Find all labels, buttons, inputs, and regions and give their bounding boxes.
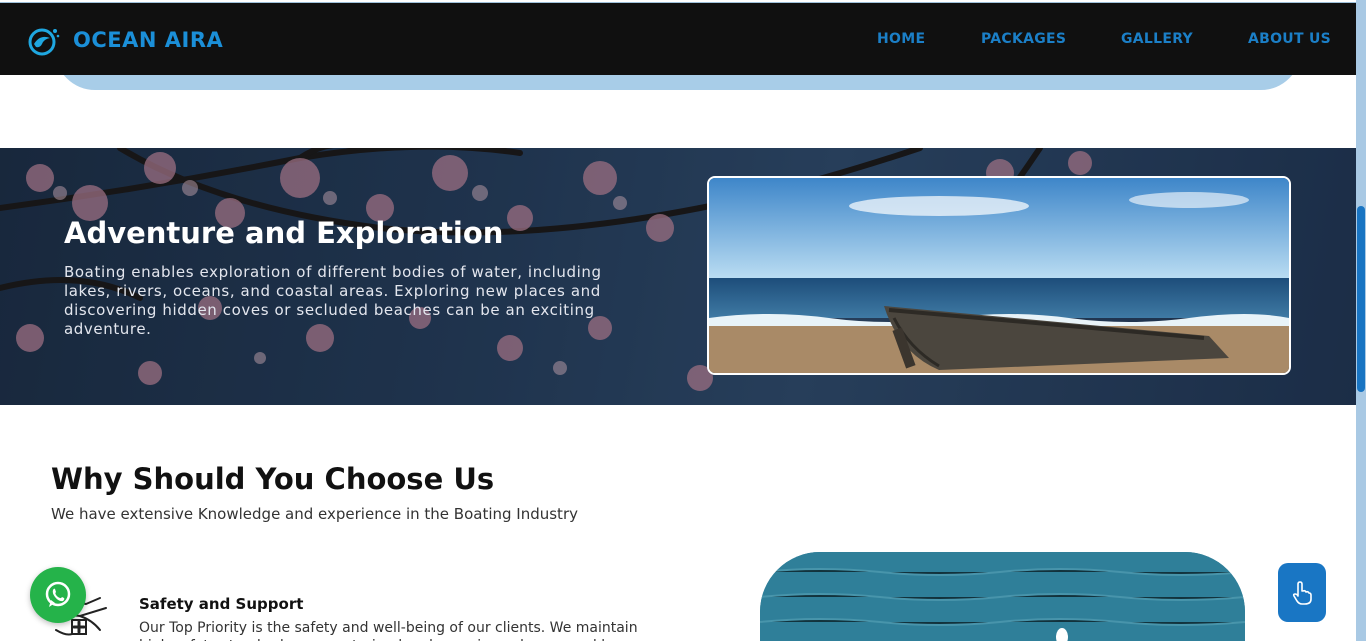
feature-title: Safety and Support — [139, 595, 304, 613]
nav-gallery[interactable]: GALLERY — [1121, 31, 1193, 47]
whatsapp-icon — [45, 581, 71, 607]
page: OCEAN AIRA HOME PACKAGES GALLERY ABOUT U… — [0, 0, 1356, 641]
adventure-text: Boating enables exploration of different… — [64, 263, 602, 338]
page-scrollbar[interactable] — [1356, 0, 1366, 641]
beach-boat-photo — [707, 176, 1291, 375]
dolphin-wave-icon[interactable] — [28, 26, 60, 56]
sea-photo — [760, 552, 1245, 641]
navbar: OCEAN AIRA HOME PACKAGES GALLERY ABOUT U… — [0, 2, 1356, 75]
whatsapp-button[interactable] — [30, 567, 86, 623]
why-title: Why Should You Choose Us — [51, 462, 495, 496]
nav-packages[interactable]: PACKAGES — [981, 31, 1066, 47]
adventure-section: Adventure and Exploration Boating enable… — [0, 148, 1356, 405]
hand-pointer-icon — [1292, 581, 1312, 605]
feature-text: Our Top Priority is the safety and well-… — [139, 620, 638, 641]
nav-home[interactable]: HOME — [877, 31, 925, 47]
hand-pointer-button[interactable] — [1278, 563, 1326, 622]
adventure-title: Adventure and Exploration — [64, 216, 504, 250]
why-subtitle: We have extensive Knowledge and experien… — [51, 505, 578, 523]
scrollbar-thumb[interactable] — [1357, 206, 1365, 392]
nav-about-us[interactable]: ABOUT US — [1248, 31, 1331, 47]
brand-name[interactable]: OCEAN AIRA — [73, 28, 223, 52]
